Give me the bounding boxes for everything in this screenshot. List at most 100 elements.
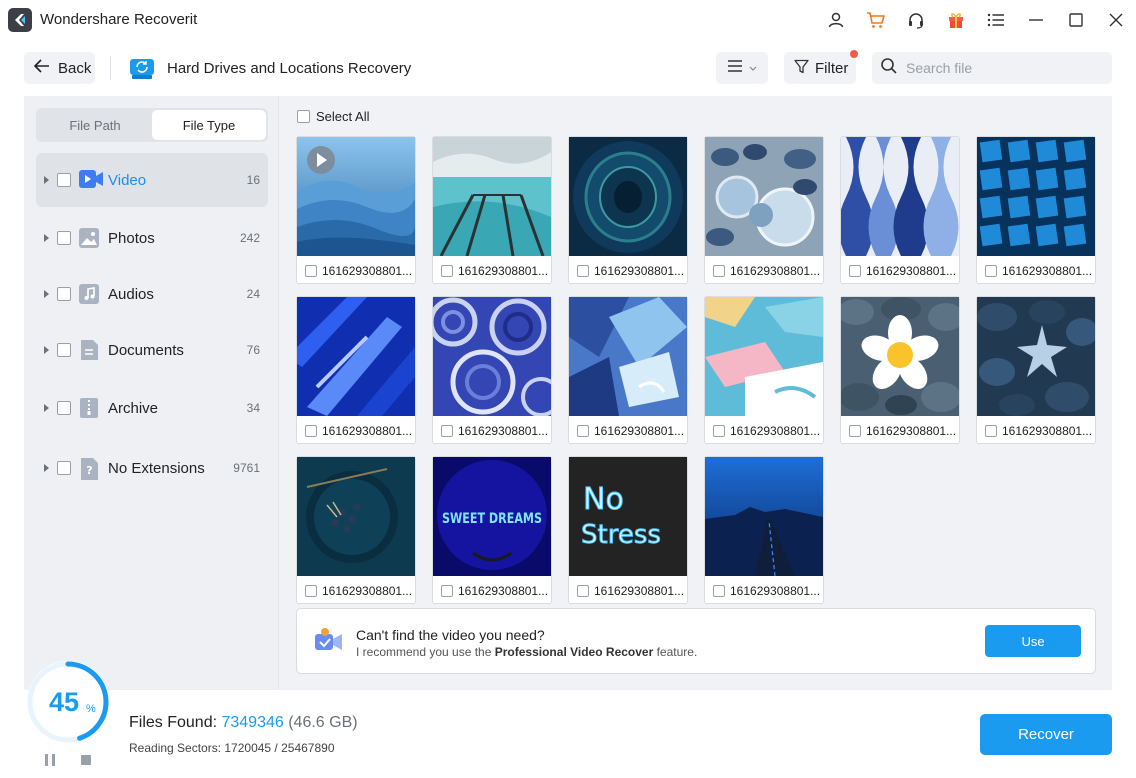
back-button[interactable]: Back xyxy=(24,52,95,84)
search-input[interactable] xyxy=(906,60,1096,76)
select-all[interactable]: Select All xyxy=(297,109,369,124)
reading-sectors: Reading Sectors: 1720045 / 25467890 xyxy=(129,741,335,755)
file-tile[interactable]: 161629308801... xyxy=(976,136,1096,284)
file-checkbox[interactable] xyxy=(713,425,725,437)
archive-icon xyxy=(79,398,101,418)
video-thumbnail-flower-stones xyxy=(841,297,959,416)
cart-icon[interactable] xyxy=(866,10,886,30)
search-box[interactable] xyxy=(872,52,1112,84)
category-photos[interactable]: Photos 242 xyxy=(36,211,268,265)
file-checkbox[interactable] xyxy=(305,585,317,597)
file-tile[interactable]: 161629308801... xyxy=(296,456,416,604)
category-checkbox[interactable] xyxy=(57,231,71,245)
gift-icon[interactable] xyxy=(946,10,966,30)
category-count: 34 xyxy=(246,401,260,415)
file-tile[interactable]: 161629308801... xyxy=(296,136,416,284)
video-thumbnail-mosaic-circles xyxy=(433,297,551,416)
tab-file-type[interactable]: File Type xyxy=(152,110,266,140)
file-tile[interactable]: 161629308801... xyxy=(704,136,824,284)
expand-arrow-icon[interactable] xyxy=(44,290,49,298)
video-thumbnail-lagoon xyxy=(433,137,551,256)
file-tile[interactable]: 161629308801... xyxy=(976,296,1096,444)
filter-icon xyxy=(794,59,809,78)
file-checkbox[interactable] xyxy=(441,585,453,597)
file-tile[interactable]: 161629308801... xyxy=(432,296,552,444)
category-checkbox[interactable] xyxy=(57,461,71,475)
select-all-checkbox[interactable] xyxy=(297,110,310,123)
video-thumbnail-shells xyxy=(705,137,823,256)
use-button[interactable]: Use xyxy=(985,625,1081,657)
file-tile[interactable]: 161629308801... xyxy=(432,136,552,284)
category-label: Video xyxy=(108,171,147,189)
category-count: 242 xyxy=(239,231,260,245)
category-checkbox[interactable] xyxy=(57,343,71,357)
category-count: 9761 xyxy=(233,461,260,475)
user-icon[interactable] xyxy=(826,10,846,30)
app-title: Wondershare Recoverit xyxy=(40,11,198,28)
document-icon xyxy=(79,340,101,360)
back-label: Back xyxy=(58,59,92,77)
files-found-count: 7349346 xyxy=(221,714,284,731)
file-checkbox[interactable] xyxy=(441,265,453,277)
menu-icon[interactable] xyxy=(986,10,1006,30)
file-tile[interactable]: SWEET DREAMS 161629308801... xyxy=(432,456,552,604)
expand-arrow-icon[interactable] xyxy=(44,346,49,354)
category-checkbox[interactable] xyxy=(57,401,71,415)
file-checkbox[interactable] xyxy=(577,585,589,597)
expand-arrow-icon[interactable] xyxy=(44,404,49,412)
category-video[interactable]: Video 16 xyxy=(36,153,268,207)
stop-icon[interactable] xyxy=(81,755,91,765)
file-checkbox[interactable] xyxy=(713,585,725,597)
file-checkbox[interactable] xyxy=(849,425,861,437)
file-tile[interactable]: 161629308801... xyxy=(704,456,824,604)
file-name: 161629308801... xyxy=(594,584,685,598)
file-checkbox[interactable] xyxy=(577,425,589,437)
pause-icon[interactable] xyxy=(43,753,57,767)
category-archive[interactable]: Archive 34 xyxy=(36,381,268,435)
video-thumbnail-abstract-painting xyxy=(569,297,687,416)
file-checkbox[interactable] xyxy=(985,425,997,437)
category-audios[interactable]: Audios 24 xyxy=(36,267,268,321)
progress-unit: % xyxy=(86,703,96,715)
category-documents[interactable]: Documents 76 xyxy=(36,323,268,377)
recover-button[interactable]: Recover xyxy=(980,714,1112,755)
expand-arrow-icon[interactable] xyxy=(44,234,49,242)
file-checkbox[interactable] xyxy=(441,425,453,437)
file-tile[interactable]: 161629308801... xyxy=(840,136,960,284)
file-tile[interactable]: 161629308801... xyxy=(840,296,960,444)
category-no-extensions[interactable]: ? No Extensions 9761 xyxy=(36,441,268,495)
file-tile[interactable]: 161629308801... xyxy=(704,296,824,444)
video-thumbnail-sweet-dreams: SWEET DREAMS xyxy=(433,457,551,576)
file-checkbox[interactable] xyxy=(713,265,725,277)
minimize-icon[interactable] xyxy=(1026,10,1046,30)
video-thumbnail-plate-berries xyxy=(297,457,415,576)
category-checkbox[interactable] xyxy=(57,173,71,187)
file-checkbox[interactable] xyxy=(305,265,317,277)
headset-icon[interactable] xyxy=(906,10,926,30)
file-tile[interactable]: No Stress 161629308801... xyxy=(568,456,688,604)
file-tile[interactable]: 161629308801... xyxy=(296,296,416,444)
video-thumbnail-no-stress: No Stress xyxy=(569,457,687,576)
view-mode-button[interactable] xyxy=(716,52,768,84)
file-checkbox[interactable] xyxy=(305,425,317,437)
file-tile[interactable]: 161629308801... xyxy=(568,296,688,444)
scan-progress-ring: 45 % xyxy=(23,657,113,747)
file-tile[interactable]: 161629308801... xyxy=(568,136,688,284)
category-checkbox[interactable] xyxy=(57,287,71,301)
expand-arrow-icon[interactable] xyxy=(44,464,49,472)
file-name: 161629308801... xyxy=(322,264,413,278)
expand-arrow-icon[interactable] xyxy=(44,176,49,184)
location-title: Hard Drives and Locations Recovery xyxy=(167,60,412,77)
filter-button[interactable]: Filter xyxy=(784,52,856,84)
file-checkbox[interactable] xyxy=(577,265,589,277)
file-checkbox[interactable] xyxy=(849,265,861,277)
video-thumbnail-tunnel xyxy=(569,137,687,256)
arrow-left-icon xyxy=(34,59,50,77)
file-name: 161629308801... xyxy=(866,424,957,438)
file-checkbox[interactable] xyxy=(985,265,997,277)
tab-file-path[interactable]: File Path xyxy=(38,110,152,140)
maximize-icon[interactable] xyxy=(1066,10,1086,30)
progress-percent: 45 xyxy=(49,687,79,717)
unknown-file-icon: ? xyxy=(79,458,101,480)
close-icon[interactable] xyxy=(1106,10,1126,30)
